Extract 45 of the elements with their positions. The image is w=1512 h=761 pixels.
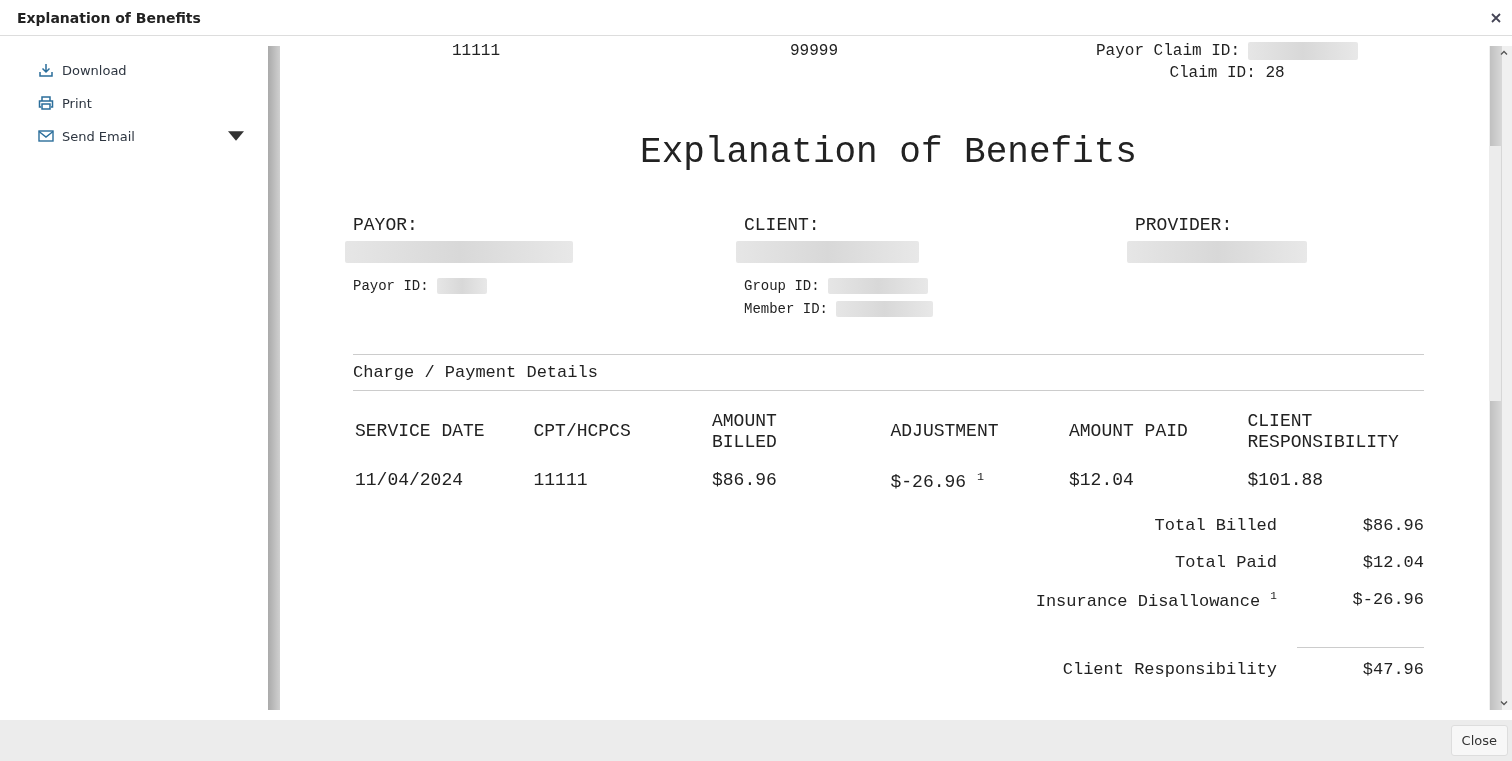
section-title: Charge / Payment Details — [353, 354, 1424, 391]
field-label: Group ID: — [744, 277, 820, 294]
payor-claim-id-label: Payor Claim ID: — [1096, 42, 1240, 60]
total-value: $86.96 — [1361, 516, 1424, 536]
column-header: SERVICE DATE — [355, 421, 486, 443]
column-header: CLIENT RESPONSIBILITY — [1247, 411, 1399, 453]
table-cell-text: $101.88 — [1246, 469, 1325, 493]
total-label: Total Paid — [1174, 553, 1278, 573]
column-header: ADJUSTMENT — [890, 421, 1000, 443]
total-label: Client Responsibility — [1062, 659, 1278, 680]
print-action[interactable]: Print — [38, 95, 244, 111]
party-heading: PROVIDER: — [1135, 215, 1234, 235]
table-cell-text: 11111 — [532, 469, 589, 493]
total-label: Total Billed — [1154, 516, 1278, 536]
document-title: Explanation of Benefits — [639, 132, 1138, 173]
party-heading: PAYOR: — [353, 215, 419, 235]
total-value: $12.04 — [1361, 553, 1424, 573]
column-header: CPT/HCPCS — [533, 421, 632, 443]
column-header: AMOUNT BILLED — [712, 411, 778, 453]
table-cell-text: 11/04/2024 — [354, 469, 465, 493]
field-label: Payor ID: — [353, 277, 429, 294]
party-heading: CLIENT: — [744, 215, 821, 235]
scrollbar[interactable] — [1489, 46, 1512, 710]
table-cell-text: $-26.96 $^{1}$ — [889, 469, 985, 495]
claim-id: Claim ID: 28 — [1169, 64, 1285, 82]
total-value: $47.96 — [1297, 647, 1424, 680]
table-cell-text: $86.96 — [711, 469, 778, 493]
email-action[interactable]: Send Email — [38, 128, 244, 144]
total-value: $-26.96 — [1351, 590, 1424, 610]
dialog-title: Explanation of Benefits — [17, 9, 201, 26]
table-cell-text: $12.04 — [1068, 469, 1135, 493]
close-icon[interactable] — [1490, 11, 1502, 24]
download-action[interactable]: Download — [38, 62, 244, 78]
scroll-up-icon[interactable] — [1500, 50, 1508, 55]
scroll-down-icon[interactable] — [1500, 701, 1508, 706]
field-label: Member ID: — [744, 300, 828, 317]
header-value: 11111 — [451, 42, 501, 62]
total-label: Insurance Disallowance $^{1}$ — [1035, 590, 1278, 612]
download-icon — [38, 62, 54, 78]
envelope-icon — [38, 128, 54, 144]
scrollbar-thumb[interactable] — [1489, 146, 1501, 401]
header-value: 99999 — [790, 42, 839, 62]
printer-icon — [38, 95, 54, 111]
close-button[interactable]: Close — [1450, 725, 1508, 756]
column-header: AMOUNT PAID — [1069, 421, 1189, 443]
